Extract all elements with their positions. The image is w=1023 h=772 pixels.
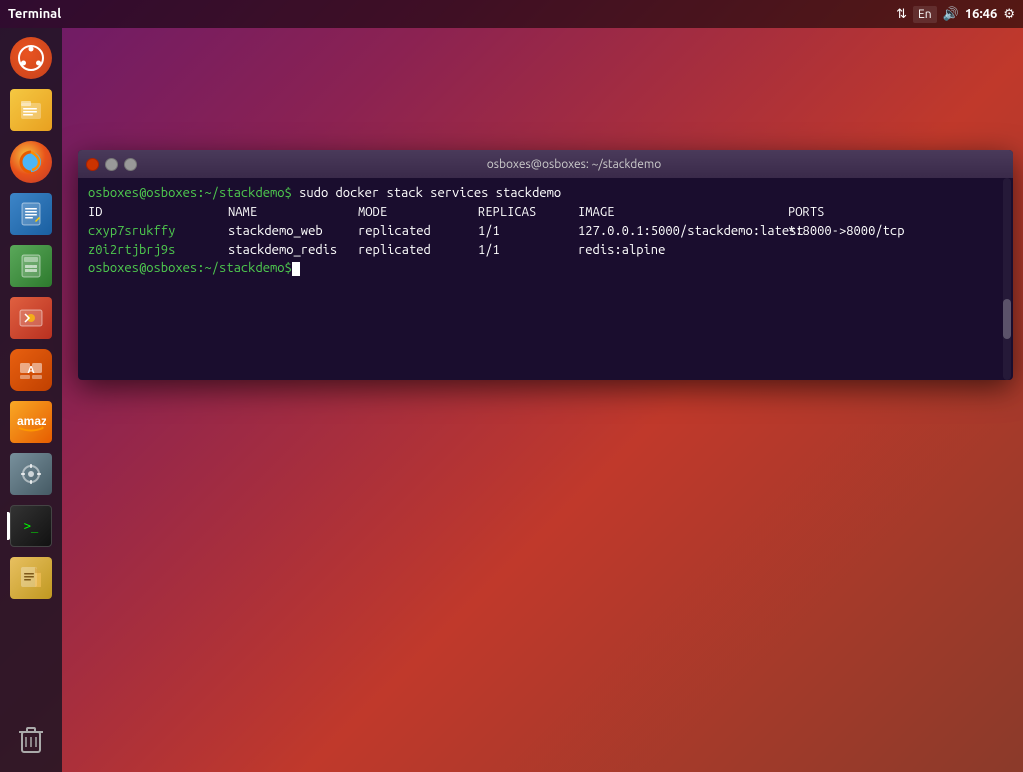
terminal-minimize-button[interactable] [105,158,118,171]
terminal-prompt2: osboxes@osboxes:~/stackdemo$ [88,261,292,275]
row1-replicas: 1/1 [478,222,578,241]
row1-name: stackdemo_web [228,222,358,241]
editor-icon [10,557,52,599]
sidebar-item-amazon[interactable]: amazon [7,398,55,446]
terminal-window-title: osboxes@osboxes: ~/stackdemo [143,158,1005,171]
row1-ports: *:8000->8000/tcp [788,222,904,241]
terminal-window: osboxes@osboxes: ~/stackdemo osboxes@osb… [78,150,1013,380]
row1-image: 127.0.0.1:5000/stackdemo:latest [578,222,788,241]
keyboard-icon: ⇅ [896,7,907,22]
language-indicator[interactable]: En [913,6,937,23]
table-row: z0i2rtjbrj9s stackdemo_redis replicated … [88,241,1003,260]
sidebar-item-appcenter[interactable]: A [7,346,55,394]
topbar-title: Terminal [8,7,61,21]
row2-id: z0i2rtjbrj9s [88,241,228,260]
files-icon [10,89,52,131]
sidebar-item-ubuntu[interactable] [7,34,55,82]
header-replicas: REPLICAS [478,203,578,222]
terminal-header-row: ID NAME MODE REPLICAS IMAGE PORTS [88,203,1003,222]
row2-name: stackdemo_redis [228,241,358,260]
terminal-maximize-button[interactable] [124,158,137,171]
sidebar-item-writer[interactable] [7,190,55,238]
sidebar-item-files[interactable] [7,86,55,134]
header-id: ID [88,203,228,222]
clock: 16:46 [965,7,998,21]
header-mode: MODE [358,203,478,222]
sidebar-item-firefox[interactable] [7,138,55,186]
settings-icon[interactable]: ⚙ [1003,7,1015,22]
terminal-command: sudo docker stack services stackdemo [292,186,561,200]
header-ports: PORTS [788,203,824,222]
svg-text:A: A [27,364,34,375]
topbar-right: ⇅ En 🔊 16:46 ⚙ [896,6,1015,23]
row2-mode: replicated [358,241,478,260]
appcenter-icon: A [10,349,52,391]
writer-icon [10,193,52,235]
sidebar-item-tools[interactable] [7,450,55,498]
sidebar-item-terminal[interactable]: >_ [7,502,55,550]
calc-icon [10,245,52,287]
volume-icon[interactable]: 🔊 [943,7,959,22]
table-row: cxyp7srukffy stackdemo_web replicated 1/… [88,222,1003,241]
row2-image: redis:alpine [578,241,788,260]
firefox-icon [10,141,52,183]
trash-icon [10,719,52,761]
terminal-titlebar: osboxes@osboxes: ~/stackdemo [78,150,1013,178]
terminal-close-button[interactable] [86,158,99,171]
terminal-icon: >_ [10,505,52,547]
ubuntu-icon [10,37,52,79]
terminal-prompt1: osboxes@osboxes:~/stackdemo$ [88,186,292,200]
topbar: Terminal ⇅ En 🔊 16:46 ⚙ [0,0,1023,28]
row2-replicas: 1/1 [478,241,578,260]
terminal-cursor [292,262,300,276]
tools-icon [10,453,52,495]
active-indicator [7,512,10,540]
sidebar: A amazon >_ [0,28,62,772]
sidebar-item-trash[interactable] [7,716,55,764]
header-image: IMAGE [578,203,788,222]
svg-text:amazon: amazon [17,414,46,428]
row1-id: cxyp7srukffy [88,222,228,241]
terminal-prompt2-line: osboxes@osboxes:~/stackdemo$ [88,259,1003,278]
row1-mode: replicated [358,222,478,241]
sidebar-item-calc[interactable] [7,242,55,290]
terminal-content[interactable]: osboxes@osboxes:~/stackdemo$ sudo docker… [78,178,1013,380]
terminal-command-line: osboxes@osboxes:~/stackdemo$ sudo docker… [88,184,1003,203]
impress-icon [10,297,52,339]
amazon-icon: amazon [10,401,52,443]
sidebar-item-impress[interactable] [7,294,55,342]
sidebar-item-editor[interactable] [7,554,55,602]
header-name: NAME [228,203,358,222]
